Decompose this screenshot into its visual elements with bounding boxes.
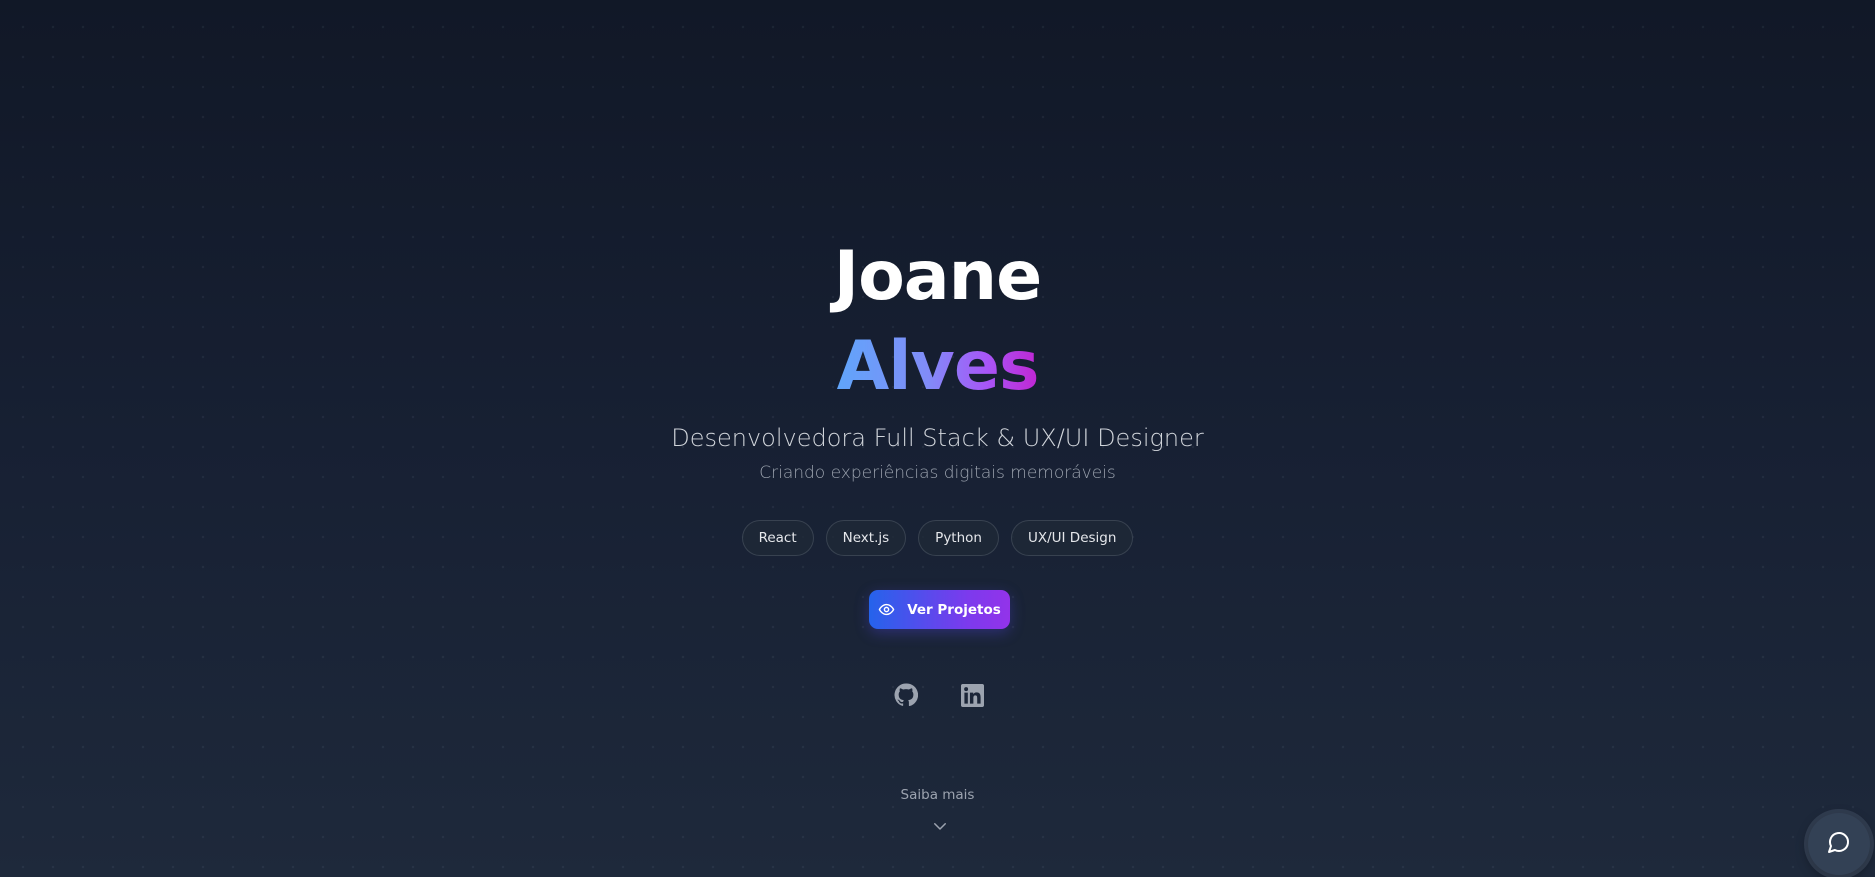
view-projects-label: Ver Projetos [907,601,1001,618]
chat-widget-button[interactable] [1808,813,1870,875]
linkedin-icon [961,683,984,711]
hero-last-name: Alves [0,322,1875,412]
hero-tagline: Criando experiências digitais memoráveis [759,463,1116,483]
hero-first-name: Joane [833,237,1042,316]
chevron-down-icon[interactable] [931,817,949,835]
view-projects-button[interactable]: Ver Projetos [869,590,1010,629]
eye-icon [878,601,895,618]
social-links [0,683,1875,711]
skill-chip-nextjs: Next.js [825,520,907,556]
hero-last-name-text: Alves [836,327,1040,406]
skill-chip-python: Python [918,520,999,556]
hero-role: Desenvolvedora Full Stack & UX/UI Design… [671,424,1204,452]
skill-chips: React Next.js Python UX/UI Design [0,520,1875,556]
skill-chip-react: React [741,520,814,556]
skill-chip-uxui-design: UX/UI Design [1010,520,1134,556]
github-icon [893,683,918,711]
github-link[interactable] [893,683,918,711]
linkedin-link[interactable] [961,683,985,711]
learn-more-label[interactable]: Saiba mais [0,787,1875,803]
chat-bubble-icon [1827,830,1851,858]
